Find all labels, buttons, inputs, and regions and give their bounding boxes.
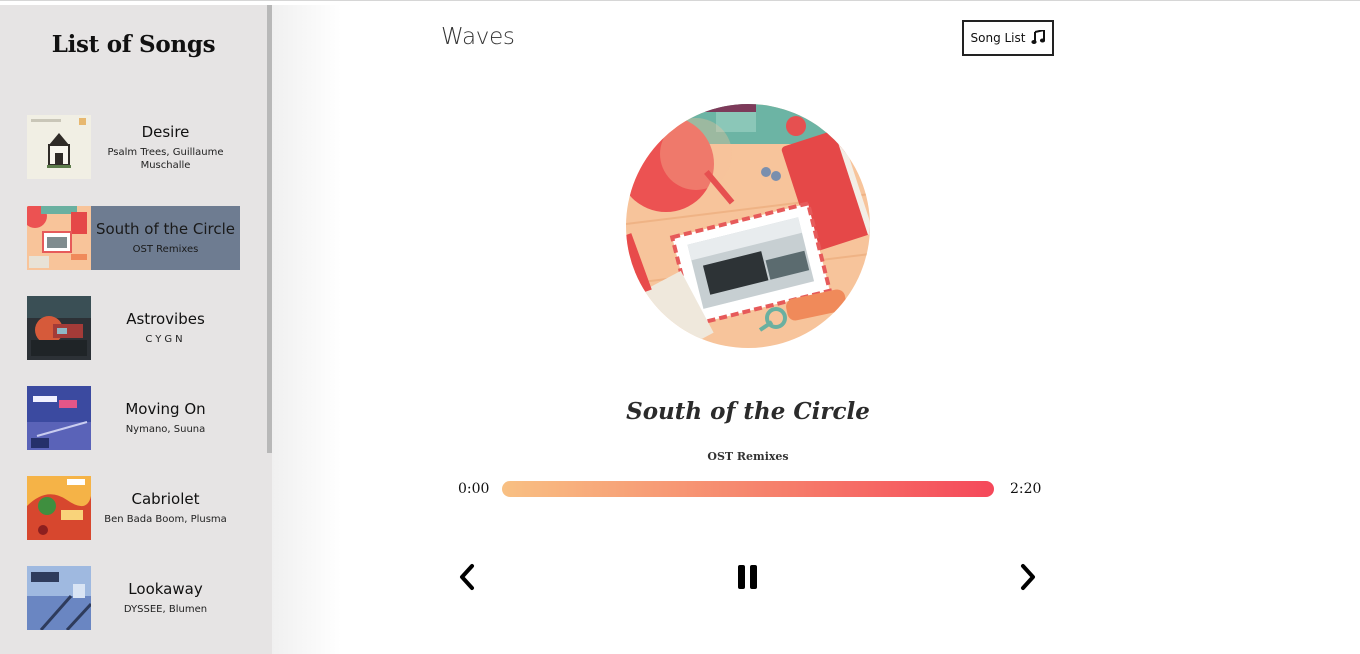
album-cover-thumbnail <box>27 386 91 450</box>
song-item-south-of-the-circle[interactable]: South of the Circle OST Remixes <box>27 206 240 270</box>
song-name: Lookaway <box>128 580 203 598</box>
chevron-right-icon <box>1018 563 1038 596</box>
song-artist: Nymano, Suuna <box>125 424 206 435</box>
progress-bar[interactable] <box>502 481 994 497</box>
song-name: Astrovibes <box>126 310 205 328</box>
chevron-left-icon <box>457 563 477 596</box>
album-cover-art <box>626 104 870 348</box>
song-name: Cabriolet <box>131 490 200 508</box>
song-item-moving-on[interactable]: Moving On Nymano, Suuna <box>27 386 240 450</box>
song-item-desire[interactable]: Desire Psalm Trees, Guillaume Muschalle <box>27 115 240 179</box>
track-duration: 2:20 <box>1010 481 1042 497</box>
album-cover-thumbnail <box>27 476 91 540</box>
album-cover-thumbnail <box>27 566 91 630</box>
song-artist: CYGN <box>145 334 186 345</box>
sidebar-title: List of Songs <box>51 31 216 58</box>
play-pause-button[interactable] <box>731 562 765 596</box>
pause-icon <box>737 564 759 595</box>
song-artist: Ben Bada Boom, Plusma <box>104 514 227 525</box>
song-artist: Psalm Trees, Guillaume Muschalle <box>107 146 224 171</box>
song-item-cabriolet[interactable]: Cabriolet Ben Bada Boom, Plusma <box>27 476 240 540</box>
song-artist: DYSSEE, Blumen <box>123 604 208 615</box>
song-item-astrovibes[interactable]: Astrovibes CYGN <box>27 296 240 360</box>
album-cover-thumbnail <box>27 296 91 360</box>
now-playing-title: South of the Circle <box>626 398 870 425</box>
now-playing-artist: OST Remixes <box>707 450 789 463</box>
album-cover-thumbnail <box>27 115 91 179</box>
song-name: Moving On <box>125 400 206 418</box>
song-artist: OST Remixes <box>132 244 199 255</box>
song-item-lookaway[interactable]: Lookaway DYSSEE, Blumen <box>27 566 240 630</box>
current-time: 0:00 <box>458 481 490 497</box>
music-note-icon <box>1031 28 1046 47</box>
next-track-button[interactable] <box>1011 562 1045 596</box>
song-name: Desire <box>141 122 190 141</box>
song-name: South of the Circle <box>95 220 236 238</box>
previous-track-button[interactable] <box>450 562 484 596</box>
song-library-sidebar: List of Songs Desire Psalm Trees, Guilla… <box>0 5 272 654</box>
song-list-label: Song List <box>970 31 1026 45</box>
album-cover-thumbnail <box>27 206 91 270</box>
sidebar-shadow <box>272 5 342 654</box>
app-title: Waves <box>441 24 515 50</box>
song-list-button[interactable]: Song List <box>962 20 1054 56</box>
